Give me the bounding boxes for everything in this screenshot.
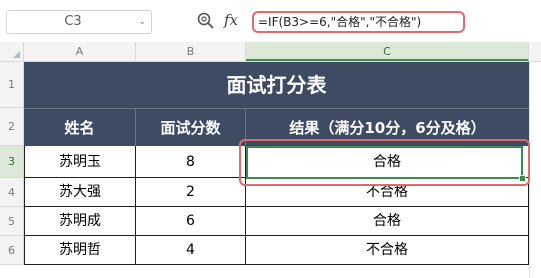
- cell-c6[interactable]: 不合格: [246, 236, 529, 265]
- formula-input[interactable]: =IF(B3>=6,"合格","不合格"): [252, 11, 465, 33]
- fx-icon[interactable]: fx: [224, 11, 238, 29]
- row-header-5[interactable]: 5: [0, 207, 24, 236]
- zoom-search-icon[interactable]: [196, 11, 216, 31]
- cell-b5[interactable]: 6: [136, 207, 246, 236]
- row-header-4[interactable]: 4: [0, 178, 24, 207]
- cell-a5[interactable]: 苏明成: [24, 207, 136, 236]
- row-header-3[interactable]: 3: [0, 146, 24, 178]
- name-box[interactable]: C3 ⌄: [6, 10, 152, 34]
- formula-bar: C3 ⌄ fx =IF(B3>=6,"合格","不合格"): [0, 0, 541, 42]
- cell-a4[interactable]: 苏大强: [24, 178, 136, 207]
- cell-b3[interactable]: 8: [136, 146, 246, 178]
- row-header-6[interactable]: 6: [0, 236, 24, 265]
- cell-b6[interactable]: 4: [136, 236, 246, 265]
- cell-c5[interactable]: 合格: [246, 207, 529, 236]
- header-name[interactable]: 姓名: [24, 108, 136, 146]
- cell-b4[interactable]: 2: [136, 178, 246, 207]
- name-box-value: C3: [64, 14, 82, 29]
- header-score[interactable]: 面试分数: [136, 108, 246, 146]
- chevron-down-icon[interactable]: ⌄: [138, 11, 146, 33]
- row-header-1[interactable]: 1: [0, 62, 24, 108]
- column-header-bar: A B C: [0, 42, 541, 62]
- row-header-2[interactable]: 2: [0, 108, 24, 146]
- cell-a3[interactable]: 苏明玉: [24, 146, 136, 178]
- select-all-corner[interactable]: [0, 42, 24, 61]
- column-header-c[interactable]: C: [246, 42, 529, 61]
- column-header-b[interactable]: B: [136, 42, 246, 61]
- column-header-a[interactable]: A: [24, 42, 136, 61]
- cell-a6[interactable]: 苏明哲: [24, 236, 136, 265]
- red-highlight-box: [239, 139, 530, 186]
- table-title[interactable]: 面试打分表: [24, 62, 529, 108]
